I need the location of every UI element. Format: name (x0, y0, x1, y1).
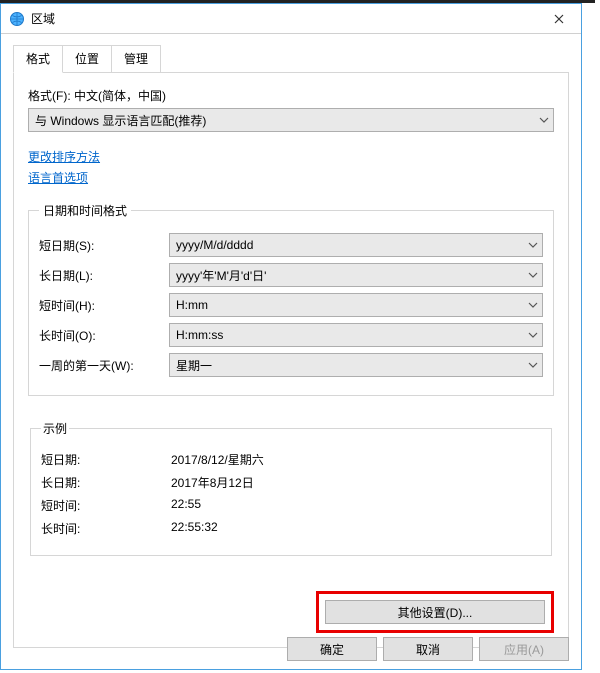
format-dropdown[interactable]: 与 Windows 显示语言匹配(推荐) (28, 108, 554, 132)
long-time-label: 长时间(O): (39, 327, 169, 344)
ex-long-date-label: 长日期: (41, 474, 171, 491)
ex-short-time-value: 22:55 (171, 497, 201, 514)
chevron-down-icon (528, 242, 538, 248)
close-button[interactable] (536, 4, 581, 33)
ex-long-time-value: 22:55:32 (171, 520, 218, 537)
datetime-group-title: 日期和时间格式 (39, 202, 131, 219)
format-label: 格式(F): 中文(简体，中国) (28, 87, 554, 104)
additional-settings-button[interactable]: 其他设置(D)... (325, 600, 545, 624)
tab-label: 管理 (124, 52, 148, 66)
apply-button[interactable]: 应用(A) (479, 637, 569, 661)
titlebar: 区域 (1, 4, 581, 34)
dropdown-value: 星期一 (176, 357, 212, 374)
chevron-down-icon (528, 302, 538, 308)
ok-button[interactable]: 确定 (287, 637, 377, 661)
long-time-dropdown[interactable]: H:mm:ss (169, 323, 543, 347)
globe-icon (9, 11, 25, 27)
chevron-down-icon (528, 272, 538, 278)
chevron-down-icon (528, 362, 538, 368)
short-time-dropdown[interactable]: H:mm (169, 293, 543, 317)
first-day-label: 一周的第一天(W): (39, 357, 169, 374)
dropdown-value: H:mm (176, 298, 208, 312)
link-language-prefs[interactable]: 语言首选项 (28, 169, 88, 186)
tab-strip: 格式 位置 管理 (13, 44, 581, 72)
ex-long-time-label: 长时间: (41, 520, 171, 537)
chevron-down-icon (539, 117, 549, 123)
dropdown-value: H:mm:ss (176, 328, 223, 342)
window-title: 区域 (31, 10, 55, 27)
dropdown-value: yyyy/M/d/dddd (176, 238, 253, 252)
additional-settings-highlight: 其他设置(D)... (316, 591, 554, 633)
long-date-label: 长日期(L): (39, 267, 169, 284)
first-day-dropdown[interactable]: 星期一 (169, 353, 543, 377)
chevron-down-icon (528, 332, 538, 338)
ex-short-date-label: 短日期: (41, 451, 171, 468)
tab-admin[interactable]: 管理 (111, 45, 161, 73)
dialog-buttons: 确定 取消 应用(A) (287, 637, 569, 661)
tab-format[interactable]: 格式 (13, 45, 63, 73)
datetime-group: 日期和时间格式 短日期(S): yyyy/M/d/dddd 长日期(L): yy… (28, 202, 554, 396)
links: 更改排序方法 语言首选项 (28, 148, 554, 190)
region-dialog: 区域 格式 位置 管理 格式(F): 中文(简体，中国) 与 Windows 显… (0, 3, 582, 670)
long-date-dropdown[interactable]: yyyy'年'M'月'd'日' (169, 263, 543, 287)
short-date-dropdown[interactable]: yyyy/M/d/dddd (169, 233, 543, 257)
link-change-sorting[interactable]: 更改排序方法 (28, 148, 100, 165)
ex-long-date-value: 2017年8月12日 (171, 474, 254, 491)
tab-content: 格式(F): 中文(简体，中国) 与 Windows 显示语言匹配(推荐) 更改… (13, 72, 569, 648)
short-time-label: 短时间(H): (39, 297, 169, 314)
cancel-button[interactable]: 取消 (383, 637, 473, 661)
tab-label: 格式 (26, 52, 50, 66)
dropdown-value: 与 Windows 显示语言匹配(推荐) (35, 112, 206, 129)
tab-label: 位置 (75, 52, 99, 66)
ex-short-time-label: 短时间: (41, 497, 171, 514)
ex-short-date-value: 2017/8/12/星期六 (171, 451, 264, 468)
examples-group-title: 示例 (41, 420, 69, 437)
close-icon (554, 14, 564, 24)
examples-group: 示例 短日期:2017/8/12/星期六 长日期:2017年8月12日 短时间:… (30, 420, 552, 556)
dropdown-value: yyyy'年'M'月'd'日' (176, 267, 266, 284)
tab-location[interactable]: 位置 (62, 45, 112, 73)
short-date-label: 短日期(S): (39, 237, 169, 254)
